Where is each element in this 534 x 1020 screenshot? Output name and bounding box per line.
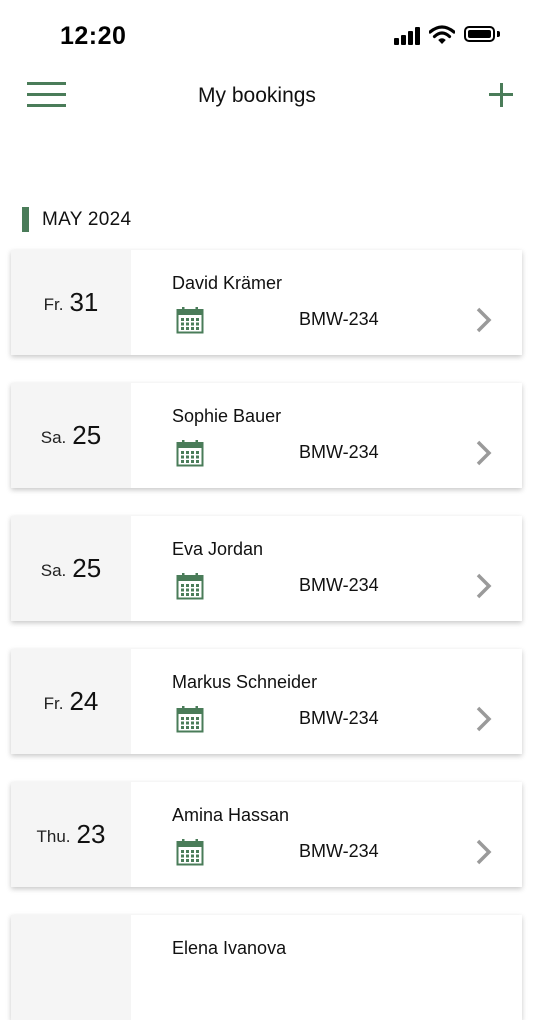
chevron-right-icon[interactable] [474,439,494,467]
section-title: MAY 2024 [42,209,132,230]
booking-name: David Krämer [172,273,283,293]
chevron-right-icon[interactable] [474,838,494,866]
booking-plate: BMW-234 [299,841,379,861]
booking-day: 31 [69,287,99,317]
calendar-icon [176,573,204,600]
booking-day: 24 [69,686,99,716]
booking-day: 25 [72,420,102,450]
battery-icon [464,26,495,42]
booking-day: 23 [76,819,106,849]
booking-name: Sophie Bauer [172,406,282,426]
battery-cap [497,31,500,37]
cellular-signal-icon [394,27,422,45]
booking-card[interactable]: Fr. 24 Markus Schneider BMW-234 [11,649,522,754]
booking-plate: BMW-234 [299,708,379,728]
booking-name: Eva Jordan [172,539,264,559]
status-time: 12:20 [60,22,127,50]
booking-date: Fr. 31 [11,250,131,355]
page-title: My bookings [198,84,316,107]
booking-day: 25 [72,553,102,583]
booking-date: Thu. 23 [11,782,131,887]
chevron-right-icon[interactable] [474,705,494,733]
add-booking-button[interactable] [487,81,515,109]
booking-card[interactable]: Elena Ivanova [11,915,522,1020]
booking-name: Markus Schneider [172,672,318,692]
booking-card[interactable]: Fr. 31 David Krämer BMW-234 [11,250,522,355]
booking-card[interactable]: Sa. 25 Sophie Bauer BMW-234 [11,383,522,488]
chevron-right-icon[interactable] [474,572,494,600]
booking-weekday: Thu. [36,826,71,846]
booking-plate: BMW-234 [299,575,379,595]
booking-date: Fr. 24 [11,649,131,754]
booking-date [11,915,131,1020]
booking-plate: BMW-234 [299,442,379,462]
booking-date: Sa. 25 [11,516,131,621]
chevron-right-icon[interactable] [474,306,494,334]
booking-weekday: Fr. [43,294,64,314]
booking-card[interactable]: Thu. 23 Amina Hassan BMW-234 [11,782,522,887]
booking-date: Sa. 25 [11,383,131,488]
calendar-icon [176,706,204,733]
status-bar: 12:20 [0,0,534,70]
wifi-icon [429,25,455,44]
calendar-icon [176,839,204,866]
booking-card[interactable]: Sa. 25 Eva Jordan BMW-234 [11,516,522,621]
booking-name: Elena Ivanova [172,938,287,958]
booking-name: Amina Hassan [172,805,290,825]
booking-plate: BMW-234 [299,309,379,329]
section-marker [22,207,29,232]
calendar-icon [176,440,204,467]
booking-weekday: Sa. [40,427,67,447]
calendar-icon [176,307,204,334]
booking-weekday: Sa. [40,560,67,580]
booking-weekday: Fr. [43,693,64,713]
